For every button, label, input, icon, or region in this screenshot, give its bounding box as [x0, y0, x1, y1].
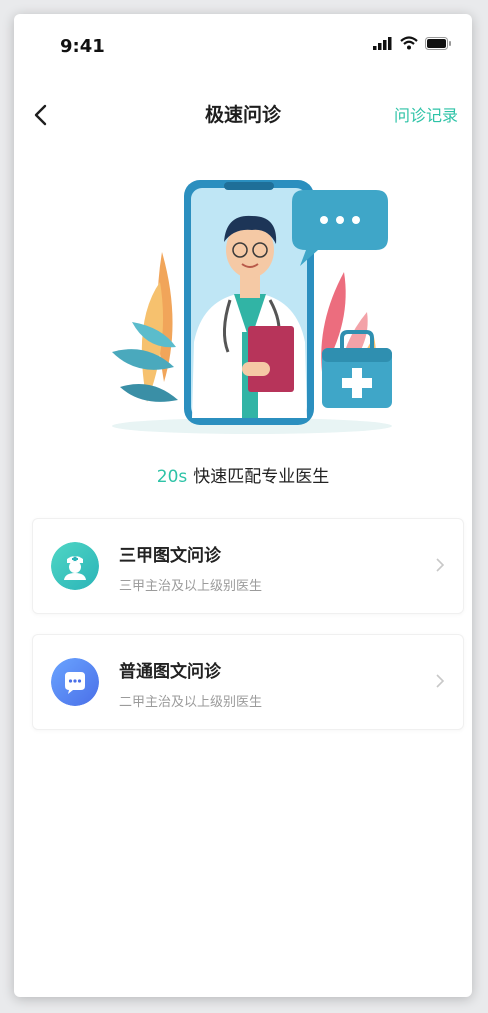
signal-icon: [373, 36, 392, 50]
tagline-highlight: 20s: [156, 467, 188, 487]
nurse-icon: [51, 542, 99, 590]
nav-bar: 极速问诊 问诊记录: [14, 84, 472, 144]
option-name: 三甲图文问诊: [119, 546, 221, 566]
option-general-consult[interactable]: 普通图文问诊 二甲主治及以上级别医生: [32, 634, 464, 730]
chat-bubble-icon: [51, 658, 99, 706]
consult-record-link[interactable]: 问诊记录: [394, 102, 458, 126]
option-top-hospital-consult[interactable]: 三甲图文问诊 三甲主治及以上级别医生: [32, 518, 464, 614]
chevron-right-icon: [436, 674, 445, 688]
wifi-icon: [400, 36, 418, 50]
tagline-text: 快速匹配专业医生: [193, 467, 330, 487]
match-tagline: 20s 快速匹配专业医生: [14, 462, 472, 487]
battery-icon: [425, 36, 451, 50]
status-bar: 9:41: [14, 14, 472, 74]
option-name: 普通图文问诊: [119, 662, 221, 682]
option-desc: 三甲主治及以上级别医生: [119, 579, 263, 594]
back-icon[interactable]: [28, 100, 54, 130]
option-desc: 二甲主治及以上级别医生: [119, 695, 263, 710]
doctor-illustration: [112, 180, 392, 434]
status-time: 9:41: [60, 36, 105, 57]
chevron-right-icon: [436, 558, 445, 572]
app-screen: 9:41 极速问诊 问诊记录 20s 快速匹配专业医生 三甲图文问诊 三甲主治及…: [14, 14, 472, 997]
status-icons: [373, 36, 452, 50]
